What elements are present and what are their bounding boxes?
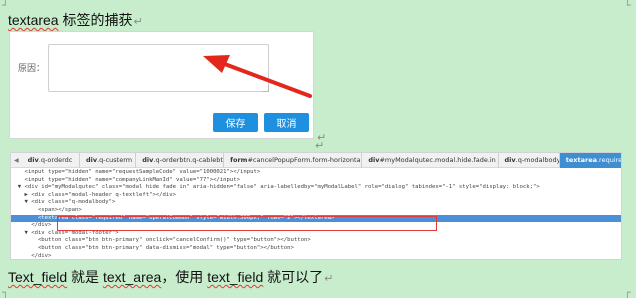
breadcrumb: ◀ div.q-orderdc div.q-custerm div.q-orde… [11, 153, 621, 168]
footer-word: text_field [207, 269, 264, 285]
footer-word: Text_field [8, 269, 68, 285]
crop-mark-icon: ┌ [624, 286, 631, 298]
footer-text: 就可以了 [263, 269, 324, 285]
crop-mark-icon: └ [624, 0, 631, 12]
return-arrow-icon: ↵ [133, 16, 143, 28]
breadcrumb-item[interactable]: div.q-custerm [80, 153, 137, 168]
heading-keyword: textarea [8, 12, 59, 28]
dom-node[interactable]: <button class="btn btn-primary" onclick=… [11, 237, 621, 245]
resize-grip-icon[interactable] [262, 85, 269, 92]
doc-heading: textarea 标签的捕获↵ [8, 10, 143, 30]
crop-mark-icon: ┐ [2, 286, 9, 298]
dom-node[interactable]: <input type="hidden" name="companyLinkMa… [11, 177, 621, 185]
dom-node[interactable]: <button class="btn btn-primary" data-dis… [11, 245, 621, 253]
dom-node[interactable]: ▼ <div id="myModalqutec" class="modal hi… [11, 184, 621, 192]
reason-label: 原因： [18, 63, 46, 73]
dom-node[interactable]: ▶ <div class="modal-header q-textleft"><… [11, 192, 621, 200]
dom-node[interactable]: <input type="hidden" name="requestSample… [11, 169, 621, 177]
cancel-button[interactable]: 取消 [264, 113, 309, 132]
return-arrow-icon: ↵ [324, 273, 334, 285]
breadcrumb-item[interactable]: div.q-modalbody [499, 153, 560, 168]
reason-textarea[interactable] [48, 44, 269, 92]
save-button[interactable]: 保存 [213, 113, 258, 132]
dom-node[interactable]: </div> [11, 253, 621, 259]
form-screenshot: 原因： 保存 取消 [9, 31, 314, 139]
highlight-box [57, 216, 437, 231]
breadcrumb-item[interactable]: div.q-orderbtn.q-cablebtn [136, 153, 225, 168]
doc-footer: Text_field 就是 text_area，使用 text_field 就可… [8, 267, 333, 287]
dom-node[interactable]: <span></span> [11, 207, 621, 215]
footer-text: ，使用 [161, 269, 208, 285]
devtools-screenshot: ◀ div.q-orderdc div.q-custerm div.q-orde… [10, 152, 622, 260]
scroll-left-icon[interactable]: ◀ [14, 157, 19, 164]
breadcrumb-item[interactable]: div.q-orderdc [22, 153, 80, 168]
footer-text: 就是 [67, 269, 103, 285]
footer-word: text_area [102, 269, 162, 285]
breadcrumb-item-active[interactable]: textarea.required [559, 153, 621, 168]
dom-node[interactable]: ▼ <div class="q-modalbody"> [11, 199, 621, 207]
breadcrumb-item[interactable]: form#cancelPopupForm.form-horizontal [224, 153, 363, 168]
dom-tree: <input type="hidden" name="requestSample… [11, 169, 621, 259]
heading-text: 标签的捕获 [58, 12, 133, 28]
breadcrumb-item[interactable]: div#myModalqutec.modal.hide.fade.in [362, 153, 499, 168]
return-arrow-icon: ↵ [315, 140, 325, 152]
